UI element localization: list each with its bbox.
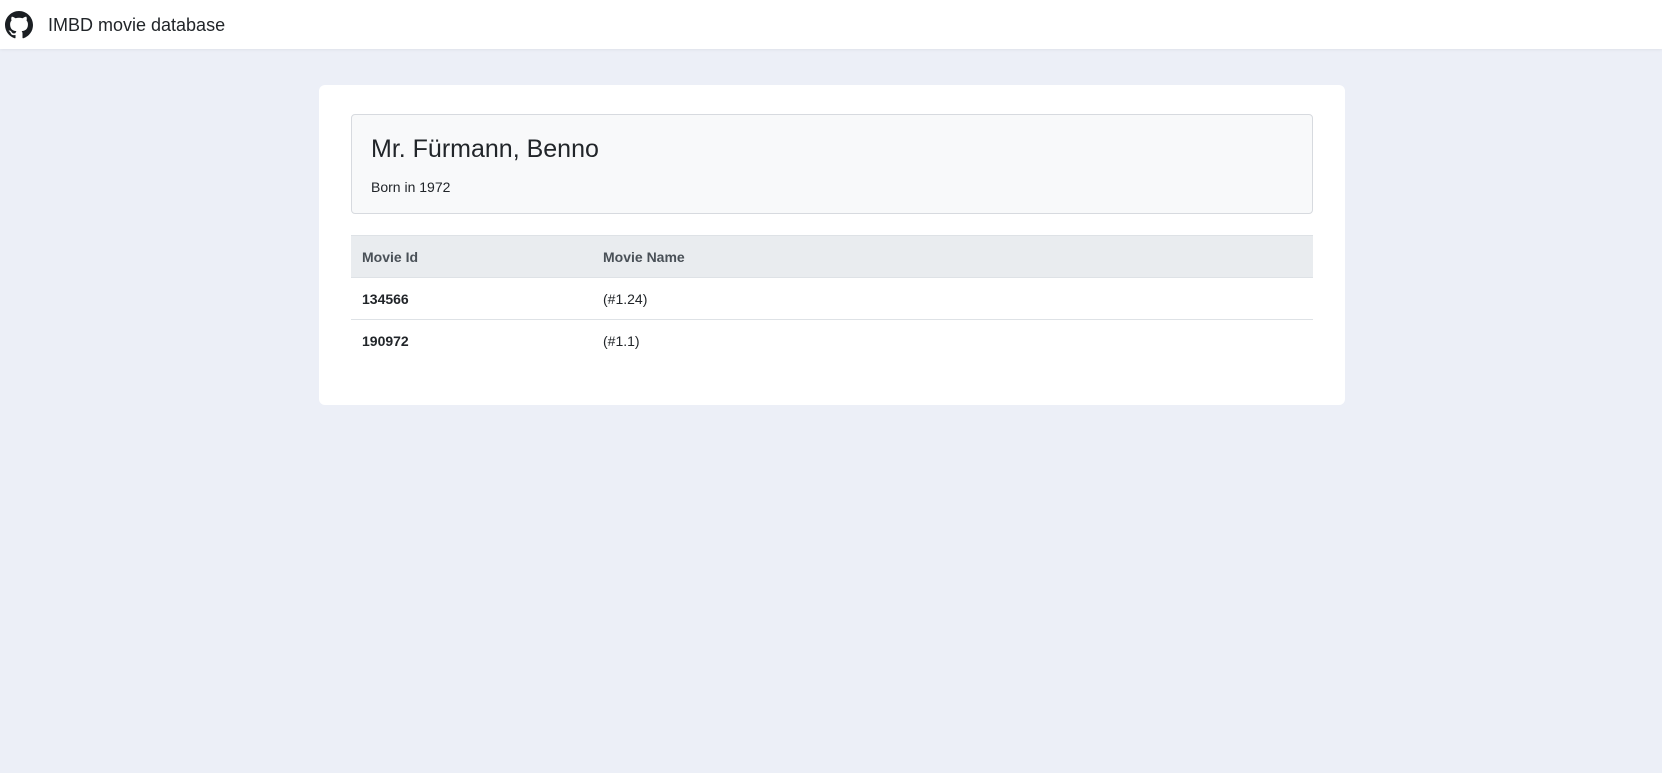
person-jumbotron: Mr. Fürmann, Benno Born in 1972	[351, 114, 1313, 214]
person-birth-year: Born in 1972	[371, 179, 451, 195]
person-name: Mr. Fürmann, Benno	[371, 135, 599, 163]
movies-table: Movie Id Movie Name 134566 (#1.24) 19097…	[351, 235, 1313, 361]
table-header-row: Movie Id Movie Name	[351, 235, 1313, 278]
navbar: IMBD movie database	[0, 0, 1662, 49]
column-header-movie-id: Movie Id	[351, 235, 592, 278]
navbar-brand-title[interactable]: IMBD movie database	[48, 14, 225, 36]
table-row: 134566 (#1.24)	[351, 277, 1313, 320]
movies-table-body: 134566 (#1.24) 190972 (#1.1)	[351, 277, 1313, 362]
table-row: 190972 (#1.1)	[351, 320, 1313, 362]
column-header-movie-name: Movie Name	[592, 235, 1313, 278]
github-icon[interactable]	[5, 11, 33, 39]
movie-name-cell: (#1.1)	[603, 332, 640, 349]
movies-table-header: Movie Id Movie Name	[351, 235, 1313, 278]
movie-name-cell: (#1.24)	[592, 277, 1313, 320]
movie-id-cell: 134566	[351, 277, 592, 320]
movie-id-cell: 190972	[362, 332, 409, 349]
person-card: Mr. Fürmann, Benno Born in 1972 Movie Id…	[319, 85, 1345, 405]
